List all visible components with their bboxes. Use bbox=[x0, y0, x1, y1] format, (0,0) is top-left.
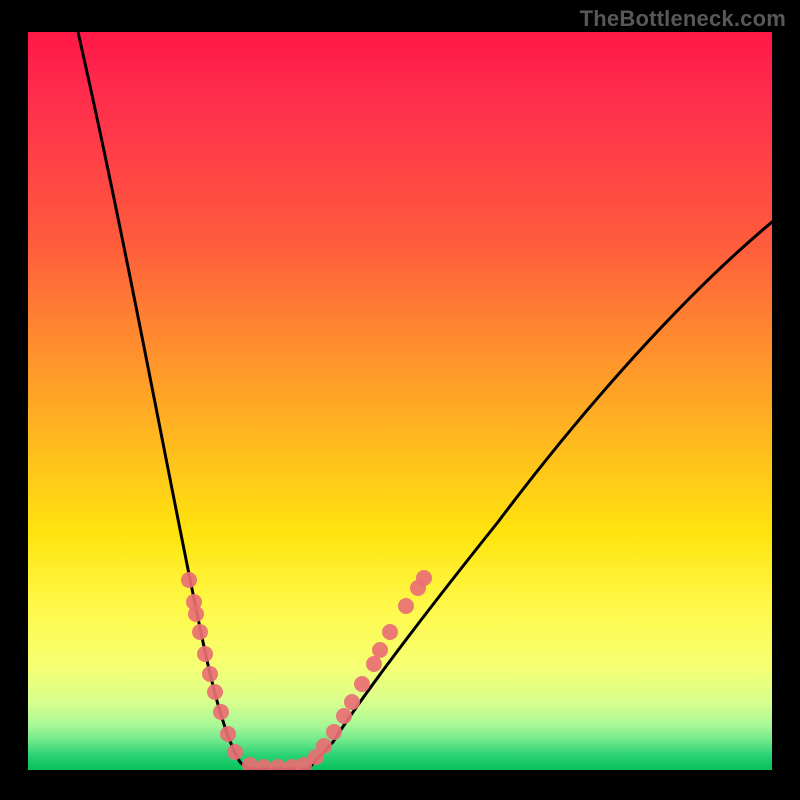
plot-area bbox=[28, 32, 772, 770]
marker-dot bbox=[242, 757, 258, 770]
marker-dot bbox=[398, 598, 414, 614]
marker-dot bbox=[270, 759, 286, 770]
curve-svg bbox=[28, 32, 772, 770]
marker-dot bbox=[256, 759, 272, 770]
marker-dot bbox=[227, 744, 243, 760]
marker-dot bbox=[188, 606, 204, 622]
curve-right-arm bbox=[308, 222, 772, 769]
marker-dot bbox=[416, 570, 432, 586]
marker-dot bbox=[336, 708, 352, 724]
marker-dot bbox=[326, 724, 342, 740]
marker-dot bbox=[192, 624, 208, 640]
chart-container: TheBottleneck.com bbox=[0, 0, 800, 800]
marker-dot bbox=[220, 726, 236, 742]
marker-dots bbox=[181, 570, 432, 770]
watermark-text: TheBottleneck.com bbox=[580, 6, 786, 32]
marker-dot bbox=[344, 694, 360, 710]
curve-paths bbox=[78, 32, 772, 769]
marker-dot bbox=[316, 738, 332, 754]
marker-dot bbox=[382, 624, 398, 640]
curve-left-arm bbox=[78, 32, 248, 769]
marker-dot bbox=[202, 666, 218, 682]
marker-dot bbox=[181, 572, 197, 588]
marker-dot bbox=[366, 656, 382, 672]
marker-dot bbox=[207, 684, 223, 700]
marker-dot bbox=[213, 704, 229, 720]
marker-dot bbox=[372, 642, 388, 658]
marker-dot bbox=[197, 646, 213, 662]
marker-dot bbox=[354, 676, 370, 692]
